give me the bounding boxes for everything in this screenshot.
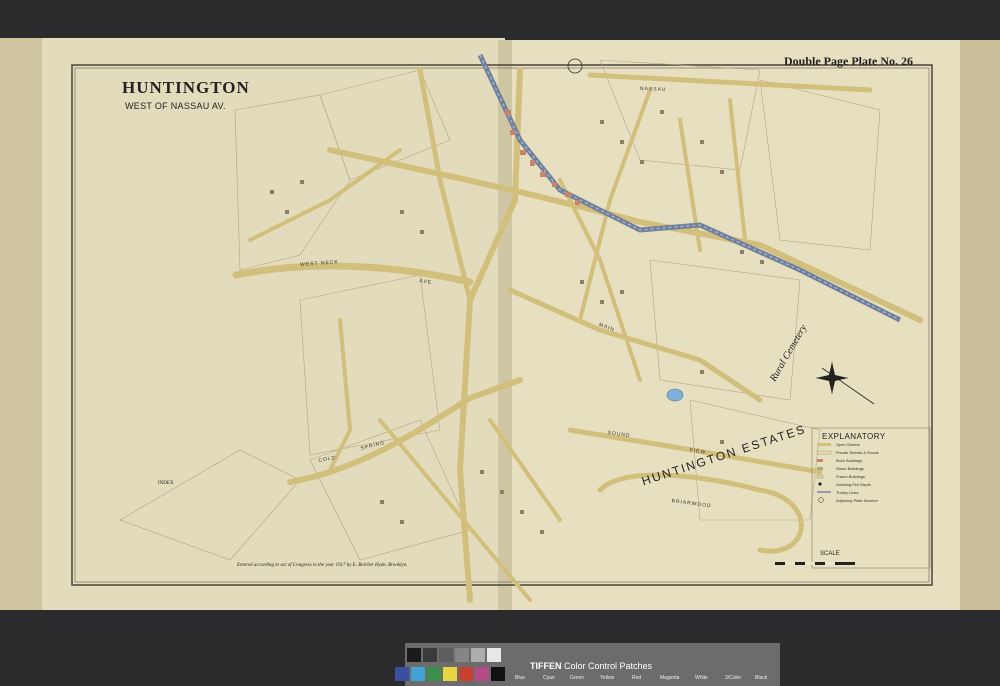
gray-patch bbox=[455, 648, 469, 662]
yellow-patch bbox=[443, 667, 457, 681]
color-bar-title: TIFFEN Color Control Patches bbox=[530, 661, 652, 671]
index-heading: INDEX bbox=[158, 481, 174, 486]
green-patch bbox=[427, 667, 441, 681]
cyan-patch bbox=[411, 667, 425, 681]
explanatory-title: EXPLANATORY bbox=[822, 432, 886, 441]
patch-name: Green bbox=[570, 675, 584, 681]
patch-name: Yellow bbox=[600, 675, 615, 681]
legend-item: Stone Buildings bbox=[836, 466, 864, 471]
street-label: NASSAU bbox=[639, 86, 667, 93]
map-subtitle: WEST OF NASSAU AV. bbox=[125, 101, 226, 111]
legend-item: Trolley Lines bbox=[836, 490, 859, 495]
magenta-patch bbox=[475, 667, 489, 681]
patch-name: 3/Color bbox=[725, 675, 742, 681]
scanned-atlas-page: HUNTINGTON WEST OF NASSAU AV. Double Pag… bbox=[0, 0, 1000, 686]
right-page bbox=[505, 40, 967, 610]
legend-item: Dwelling Fire Depth bbox=[836, 482, 871, 487]
page-edge-stack-left bbox=[0, 38, 42, 610]
gray-patch bbox=[407, 648, 421, 662]
patch-name: Black bbox=[755, 675, 768, 681]
legend-item: Brick Buildings bbox=[836, 458, 863, 463]
red-patch bbox=[459, 667, 473, 681]
patch-name: White bbox=[695, 675, 708, 681]
gray-patch bbox=[487, 648, 501, 662]
gray-patch bbox=[423, 648, 437, 662]
map-title: HUNTINGTON bbox=[122, 78, 250, 97]
gray-patch bbox=[471, 648, 485, 662]
book-gutter bbox=[498, 40, 512, 610]
patch-name: Magenta bbox=[660, 675, 680, 681]
legend-item: Open Streets bbox=[836, 442, 860, 447]
patch-name: Red bbox=[632, 675, 642, 681]
page-edge-stack-right bbox=[960, 40, 1000, 610]
scale-label: SCALE bbox=[820, 551, 840, 557]
patch-name: Cyan bbox=[543, 675, 555, 681]
legend-item: Frame Buildings bbox=[836, 474, 865, 479]
brand-name: TIFFEN bbox=[530, 661, 562, 671]
pond bbox=[666, 388, 684, 402]
patch-name: Blue bbox=[515, 675, 526, 681]
blue-patch bbox=[395, 667, 409, 681]
legend-item: Private Streets & Roads bbox=[836, 450, 879, 455]
black-patch bbox=[491, 667, 505, 681]
gray-patch bbox=[439, 648, 453, 662]
scale-bar bbox=[775, 562, 855, 565]
color-bar-subtitle: Color Control Patches bbox=[564, 661, 653, 671]
copyright-credit: Entered according to act of Congress in … bbox=[237, 563, 408, 568]
plate-number: Double Page Plate No. 26 bbox=[784, 54, 913, 68]
legend-item: Adjoining Plate Number bbox=[836, 498, 879, 503]
